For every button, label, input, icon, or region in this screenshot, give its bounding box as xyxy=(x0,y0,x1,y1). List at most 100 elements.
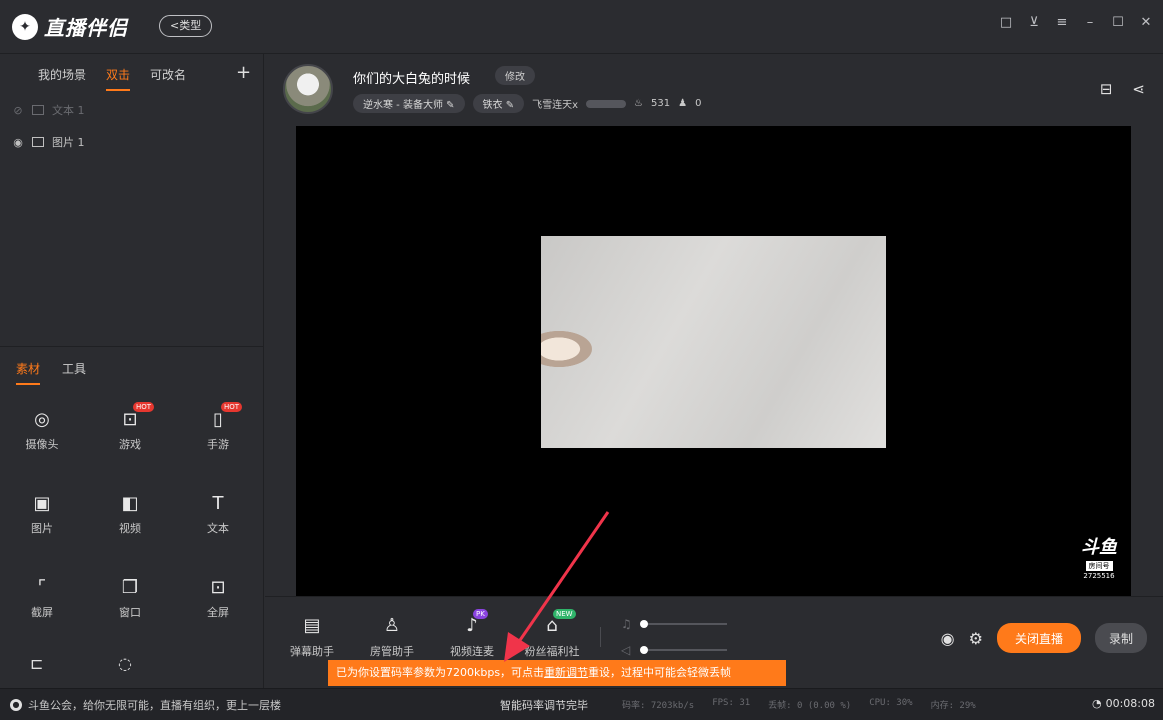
toolbar-label: 弹幕助手 xyxy=(290,645,334,658)
stream-stats: 码率: 7203kb/s FPS: 31 丢帧: 0 (0.00 %) CPU:… xyxy=(622,698,976,711)
notice-text: 斗鱼公会，给你无限可能，直播有组织，更上一层楼 xyxy=(28,699,281,712)
mic-link-icon: ♪ PK xyxy=(457,609,488,637)
viewer-count: 0 xyxy=(695,98,702,109)
settings-icon[interactable]: ⚙ xyxy=(969,629,983,648)
share-icon[interactable]: ⋖ xyxy=(1132,80,1145,98)
stream-preview[interactable]: 斗鱼 房间号 2725516 xyxy=(296,126,1131,596)
partial-tool-icon[interactable]: ◌ xyxy=(118,654,132,673)
room-title: 你们的大白兔的时候 xyxy=(353,72,471,87)
notice[interactable]: ● 斗鱼公会，给你无限可能，直播有组织，更上一层楼 xyxy=(10,697,281,713)
tool-label: 文本 xyxy=(207,522,229,535)
tool-label: 窗口 xyxy=(119,606,141,619)
partial-tool-icon[interactable]: ⊏ xyxy=(30,654,43,673)
add-scene-button[interactable]: + xyxy=(236,62,251,83)
eye-icon[interactable]: ◉ xyxy=(12,136,24,149)
left-panel: 我的场景 双击 可改名 + ⊘ 文本 1 ◉ 图片 1 素材 工具 ◎ 摄像头 … xyxy=(0,54,264,688)
mic-muted-icon[interactable]: ♫ xyxy=(621,617,635,631)
video-link-button[interactable]: ♪ PK 视频连麦 xyxy=(437,609,507,659)
tool-label: 游戏 xyxy=(119,438,141,451)
tool-game[interactable]: ⊡ HOT 游戏 xyxy=(100,402,160,452)
danmaku-assistant-button[interactable]: ▤ 弹幕助手 xyxy=(277,615,347,659)
live-duration: ◔ 00:08:08 xyxy=(1092,697,1155,710)
monitor-icon[interactable]: □ xyxy=(999,16,1013,30)
slider-knob[interactable] xyxy=(640,620,648,628)
tool-window[interactable]: ❐ 窗口 xyxy=(100,576,160,620)
admin-assistant-button[interactable]: ♙ 房管助手 xyxy=(357,615,427,659)
layer-item-image[interactable]: ◉ 图片 1 xyxy=(12,134,85,150)
maximize-icon[interactable]: ☐ xyxy=(1111,16,1125,30)
scene-tabs: 我的场景 双击 可改名 xyxy=(38,66,186,91)
header-icons: ⊟ ⋖ xyxy=(1100,80,1145,98)
image-source-frame[interactable] xyxy=(541,236,886,448)
drop-stat: 丢帧: 0 (0.00 %) xyxy=(768,701,852,711)
stream-controls: ◉ ⚙ 关闭直播 录制 xyxy=(941,623,1147,653)
video-icon: ◧ xyxy=(121,493,139,514)
preview-area: 斗鱼 房间号 2725516 xyxy=(265,126,1163,596)
tool-label: 手游 xyxy=(207,438,229,451)
tab-my-scene[interactable]: 我的场景 xyxy=(38,66,86,91)
gamepad-icon: ⊡ HOT xyxy=(115,402,155,432)
speaker-volume-slider[interactable] xyxy=(640,646,727,654)
tab-tools[interactable]: 工具 xyxy=(62,360,86,385)
app-name: 直播伴侣 xyxy=(44,16,128,40)
mic-volume-row: ♫ xyxy=(621,617,727,631)
toolbar-divider xyxy=(600,627,601,647)
tool-video[interactable]: ◧ 视频 xyxy=(100,492,160,536)
app-logo: ✦ 直播伴侣 xyxy=(12,12,128,41)
speaker-muted-icon[interactable]: ◁ xyxy=(621,643,635,657)
edit-title-button[interactable]: 修改 xyxy=(495,66,535,85)
toolbar-label: 视频连麦 xyxy=(450,645,494,658)
info-icon: ● xyxy=(10,699,22,711)
stop-live-button[interactable]: 关闭直播 xyxy=(996,623,1081,653)
watermark-room-id: 2725516 xyxy=(1083,572,1115,580)
tool-camera[interactable]: ◎ 摄像头 xyxy=(12,408,72,452)
tool-image[interactable]: ▣ 图片 xyxy=(12,492,72,536)
tool-label: 视频 xyxy=(119,522,141,535)
fullscreen-icon: ⊡ xyxy=(210,577,226,598)
fan-welfare-button[interactable]: ⌂ NEW 粉丝福利社 xyxy=(517,609,587,659)
avatar[interactable] xyxy=(283,64,333,114)
menu-icon[interactable]: ≡ xyxy=(1055,16,1069,30)
slider-knob[interactable] xyxy=(640,646,648,654)
mic-volume-slider[interactable] xyxy=(640,620,727,628)
eye-hidden-icon[interactable]: ⊘ xyxy=(12,104,24,117)
tab-renamable[interactable]: 可改名 xyxy=(150,66,186,91)
tool-screenshot[interactable]: ⌜ 截屏 xyxy=(12,576,72,620)
status-bar: ● 斗鱼公会，给你无限可能，直播有组织，更上一层楼 智能码率调节完毕 码率: 7… xyxy=(0,688,1163,720)
tag-chip[interactable]: 铁衣 ✎ xyxy=(472,94,525,113)
readjust-link[interactable]: 重新调节 xyxy=(544,666,588,679)
tool-mobile-game[interactable]: ▯ HOT 手游 xyxy=(188,402,248,452)
duration-text: 00:08:08 xyxy=(1105,697,1155,710)
memory-stat: 内存: 29% xyxy=(930,701,976,711)
bitrate-status: 智能码率调节完毕 xyxy=(500,699,588,712)
minimize-icon[interactable]: – xyxy=(1083,16,1097,30)
eye-preview-icon[interactable]: ◉ xyxy=(941,629,955,648)
layout-icon[interactable]: ⊟ xyxy=(1100,80,1113,98)
tool-label: 摄像头 xyxy=(25,438,59,451)
clock-icon: ◔ xyxy=(1091,697,1102,710)
fire-icon: ♨ xyxy=(634,98,644,109)
phone-icon: ▯ HOT xyxy=(203,402,243,432)
close-icon[interactable]: ✕ xyxy=(1139,16,1153,30)
layer-item-text[interactable]: ⊘ 文本 1 xyxy=(12,102,84,118)
watermark-tag: 房间号 xyxy=(1085,561,1113,571)
material-tabs: 素材 工具 xyxy=(16,360,86,385)
image-content xyxy=(541,326,601,372)
category-chip[interactable]: 逆水寒 - 装备大师 ✎ xyxy=(353,94,465,113)
fps-stat: FPS: 31 xyxy=(712,698,751,708)
admin-icon: ♙ xyxy=(383,615,401,636)
tab-materials[interactable]: 素材 xyxy=(16,360,41,385)
toolbar-label: 房管助手 xyxy=(370,645,414,658)
record-button[interactable]: 录制 xyxy=(1094,623,1147,653)
layer-label: 图片 1 xyxy=(52,136,85,149)
tool-text[interactable]: T 文本 xyxy=(188,492,248,536)
pk-badge: PK xyxy=(473,609,488,619)
skin-icon[interactable]: ⊻ xyxy=(1027,16,1041,30)
type-button[interactable]: <类型 xyxy=(159,15,213,37)
tool-fullscreen[interactable]: ⊡ 全屏 xyxy=(188,576,248,620)
toast-text-prefix: 已为你设置码率参数为7200kbps，可点击 xyxy=(336,666,545,679)
tab-double-click[interactable]: 双击 xyxy=(106,66,131,91)
new-badge: NEW xyxy=(553,609,576,619)
cpu-stat: CPU: 30% xyxy=(869,698,913,708)
toast-text-suffix: 重设，过程中可能会轻微丢帧 xyxy=(588,666,732,679)
